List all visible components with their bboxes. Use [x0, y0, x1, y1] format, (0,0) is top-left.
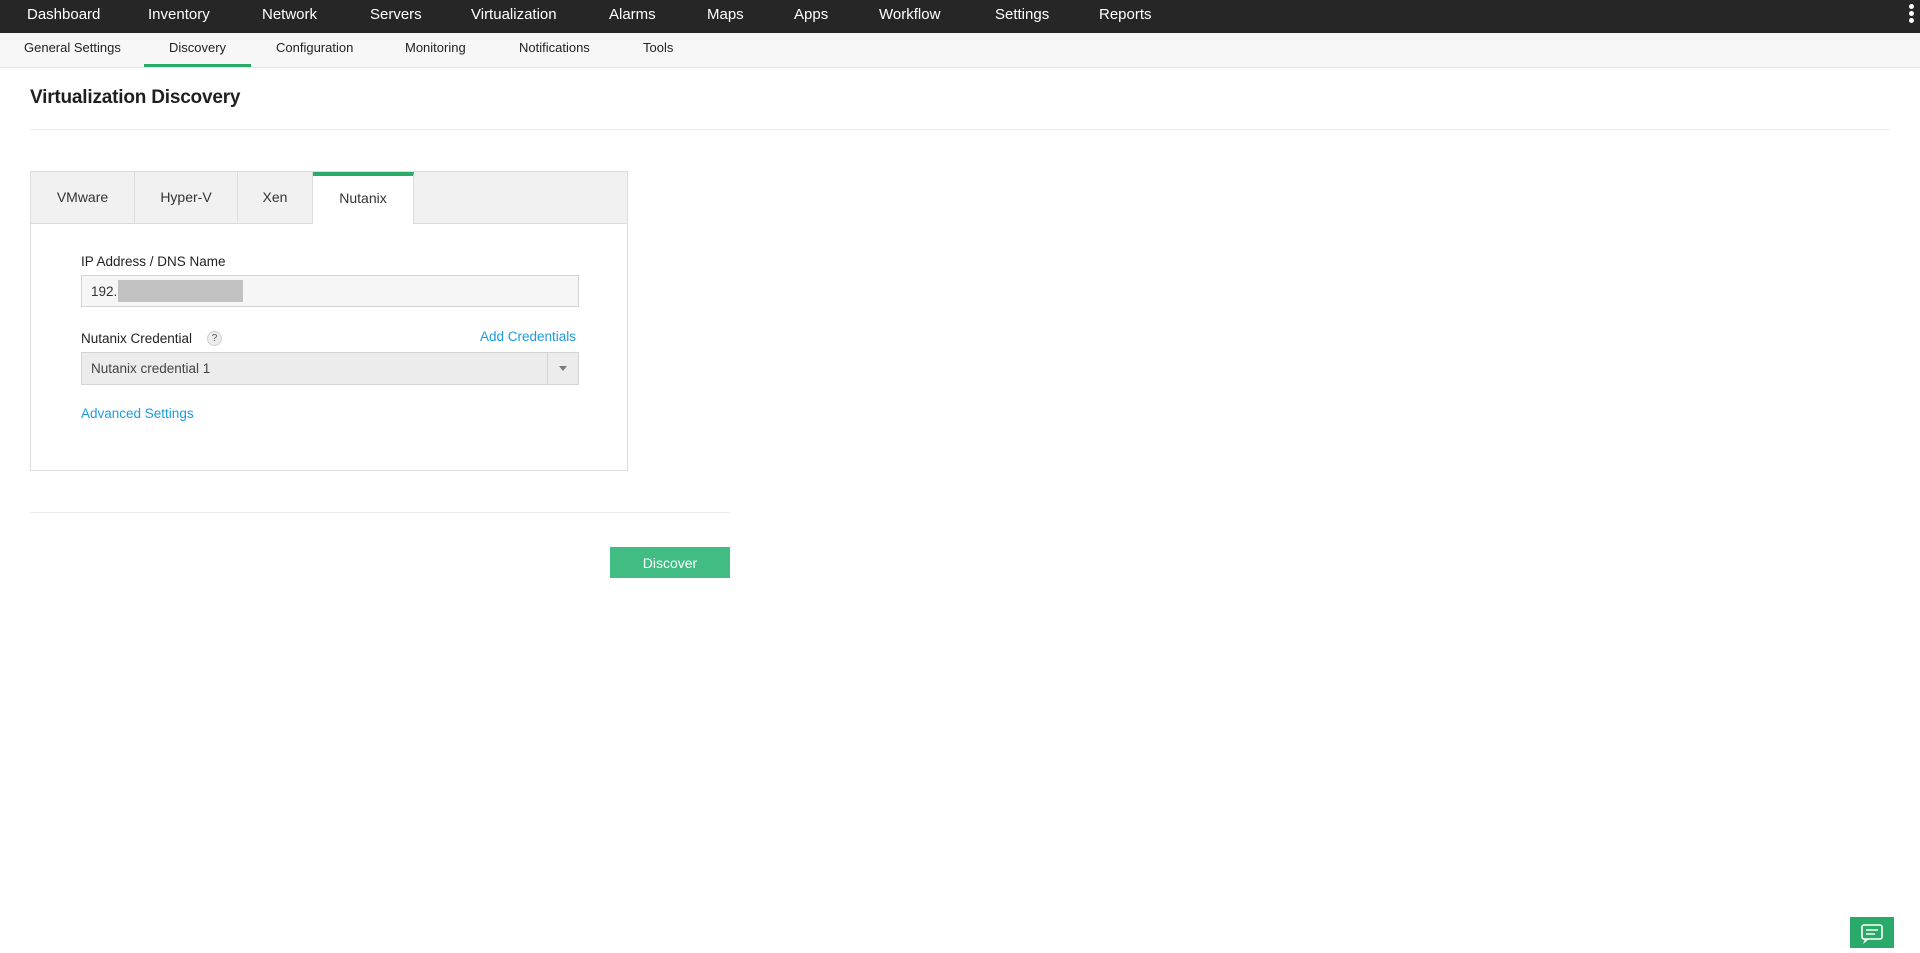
nutanix-credential-select[interactable]: Nutanix credential 1 [81, 352, 579, 385]
add-credentials-link[interactable]: Add Credentials [480, 329, 576, 344]
nutanix-credential-label: Nutanix Credential [81, 331, 193, 346]
subnav-tools[interactable]: Tools [643, 33, 673, 67]
tab-vmware[interactable]: VMware [31, 172, 135, 223]
nav-inventory[interactable]: Inventory [148, 0, 210, 33]
nav-workflow[interactable]: Workflow [879, 0, 940, 33]
tab-hyper-v[interactable]: Hyper-V [135, 172, 238, 223]
nav-network[interactable]: Network [262, 0, 317, 33]
chevron-down-icon [559, 366, 567, 371]
nav-alarms[interactable]: Alarms [609, 0, 656, 33]
title-divider [30, 129, 1890, 130]
question-mark-icon[interactable]: ? [207, 331, 222, 346]
vertical-ellipsis-icon[interactable] [1906, 4, 1916, 26]
redacted-ip-mask [118, 280, 243, 302]
chat-button[interactable] [1850, 917, 1894, 948]
nav-apps[interactable]: Apps [794, 0, 828, 33]
top-nav-bar: Dashboard Inventory Network Servers Virt… [0, 0, 1920, 33]
nav-maps[interactable]: Maps [707, 0, 744, 33]
credential-selected-value: Nutanix credential 1 [91, 361, 211, 376]
nav-virtualization[interactable]: Virtualization [471, 0, 557, 33]
subnav-notifications[interactable]: Notifications [519, 33, 590, 67]
nav-servers[interactable]: Servers [370, 0, 422, 33]
subnav-configuration[interactable]: Configuration [276, 33, 353, 67]
sub-nav-bar: General Settings Discovery Configuration… [0, 33, 1920, 68]
discovery-panel: VMware Hyper-V Xen Nutanix IP Address / … [30, 171, 628, 471]
ip-address-label: IP Address / DNS Name [81, 254, 226, 269]
select-arrow-box[interactable] [547, 353, 578, 384]
tab-nutanix[interactable]: Nutanix [313, 172, 414, 224]
nav-dashboard[interactable]: Dashboard [27, 0, 100, 33]
subnav-monitoring[interactable]: Monitoring [405, 33, 466, 67]
page-title: Virtualization Discovery [30, 87, 241, 108]
advanced-settings-link[interactable]: Advanced Settings [81, 406, 194, 421]
chat-icon [1861, 924, 1883, 944]
subnav-general-settings[interactable]: General Settings [24, 33, 121, 67]
nav-reports[interactable]: Reports [1099, 0, 1152, 33]
tab-xen[interactable]: Xen [238, 172, 313, 223]
discover-button[interactable]: Discover [610, 547, 730, 578]
action-divider [30, 512, 730, 513]
vendor-tab-bar: VMware Hyper-V Xen Nutanix [31, 172, 627, 224]
subnav-discovery[interactable]: Discovery [144, 33, 251, 67]
nav-settings[interactable]: Settings [995, 0, 1049, 33]
